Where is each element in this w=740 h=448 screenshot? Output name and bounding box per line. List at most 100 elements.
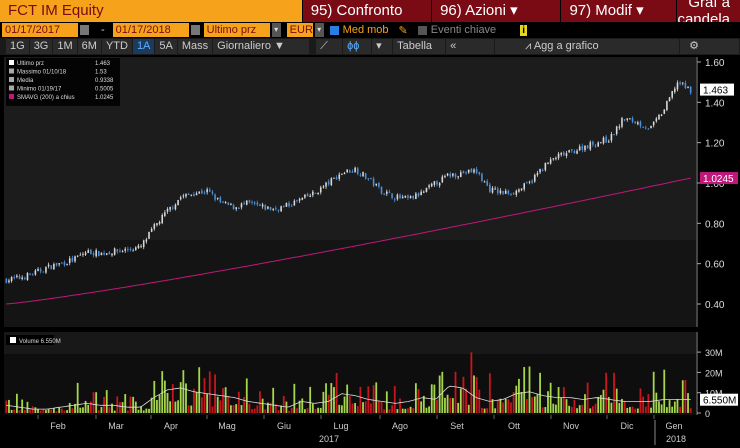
moving-avg-checkbox[interactable] <box>329 25 339 35</box>
volume-bar <box>132 396 135 413</box>
volume-bar <box>578 405 581 413</box>
candle-body <box>105 253 108 255</box>
candle-body <box>39 269 42 272</box>
legend: Ultimo prz 1.463 Massimo 01/10/18 1.53 Media… <box>6 58 120 106</box>
candle-body <box>470 169 473 173</box>
line-chart-icon[interactable]: ⟋ <box>316 39 343 54</box>
volume-bar <box>364 401 367 413</box>
candle-body <box>457 176 459 178</box>
frequency-select[interactable]: Giornaliero ▼ <box>213 39 310 54</box>
add-to-chart-button[interactable]: ⩘ Agg a grafico <box>495 39 680 54</box>
actions-menu[interactable]: 96) Azioni ▾ <box>432 0 562 22</box>
volume-bar <box>417 389 420 413</box>
volume-bar <box>190 405 193 413</box>
candle-body <box>452 173 454 176</box>
calendar-icon[interactable] <box>80 25 89 35</box>
modify-menu[interactable]: 97) Modif ▾ <box>561 0 678 22</box>
period-mass[interactable]: Mass <box>177 39 213 54</box>
period-5a[interactable]: 5A <box>155 39 177 54</box>
title-bar: FCT IM Equity 95) Confronto 96) Azioni ▾… <box>0 0 740 28</box>
start-date-input[interactable]: 01/17/2017 <box>2 23 78 37</box>
info-icon[interactable]: i <box>520 24 527 36</box>
volume-bar <box>552 403 555 413</box>
chevron-down-icon[interactable]: ▾ <box>271 23 281 37</box>
month-label: Mar <box>108 421 124 431</box>
add-chart-icon: ⩘ <box>525 40 534 52</box>
candle-body <box>124 248 127 251</box>
settings-gear-icon[interactable]: ⚙ <box>680 39 739 54</box>
ticker-field[interactable]: FCT IM Equity <box>0 0 303 22</box>
chevron-down-icon[interactable]: ▾ <box>372 39 393 54</box>
candle-body <box>127 248 129 250</box>
volume-bar <box>105 390 108 413</box>
field-select[interactable]: Ultimo prz <box>203 23 270 37</box>
volume-bar <box>26 401 29 413</box>
volume-bar <box>375 382 378 413</box>
period-6m[interactable]: 6M <box>77 39 101 54</box>
legend-value: 1.463 <box>95 61 111 67</box>
candlestick-chart[interactable]: 1.601.401.201.000.800.600.4030M20M10M0Fe… <box>0 55 740 448</box>
chevron-down-icon[interactable]: ▾ <box>314 23 324 37</box>
volume-bar <box>235 404 238 413</box>
volume-bar <box>372 385 375 413</box>
currency-select[interactable]: EUR <box>286 23 313 37</box>
volume-bar <box>457 402 460 413</box>
volume-bar <box>486 408 489 413</box>
candle-body <box>201 190 203 194</box>
volume-bar <box>465 388 467 413</box>
candle-body <box>214 194 216 200</box>
candle-body <box>150 228 153 232</box>
volume-bar <box>483 408 486 413</box>
volume-bar <box>356 406 359 413</box>
candle-body <box>671 90 673 98</box>
candle-body <box>428 185 430 188</box>
volume-bar <box>631 406 634 413</box>
volume-bar <box>544 407 547 413</box>
volume-bar <box>422 395 425 413</box>
candle-body <box>404 195 407 198</box>
candle-body <box>520 188 523 191</box>
calendar-icon[interactable] <box>190 25 200 35</box>
candle-body <box>238 207 240 209</box>
volume-bar <box>317 407 320 413</box>
volume-bar <box>71 408 74 413</box>
candle-body <box>61 262 63 264</box>
volume-bar <box>66 410 68 413</box>
candle-body <box>134 247 137 250</box>
period-1m[interactable]: 1M <box>53 39 77 54</box>
candle-body <box>87 250 90 253</box>
compare-button[interactable]: 95) Confronto <box>303 0 433 22</box>
candle-body <box>499 190 502 194</box>
legend-value: 0.5005 <box>95 87 114 93</box>
candle-body <box>301 197 304 200</box>
collapse-button[interactable]: « <box>446 39 495 54</box>
candle-body <box>642 126 644 128</box>
volume-bar <box>253 408 256 413</box>
end-date-input[interactable]: 01/17/2018 <box>112 23 189 37</box>
period-3g[interactable]: 3G <box>29 39 53 54</box>
volume-bar <box>404 408 407 413</box>
candle-body <box>341 173 343 175</box>
volume-bar <box>264 409 267 413</box>
period-ytd[interactable]: YTD <box>101 39 132 54</box>
volume-bar <box>214 374 216 413</box>
volume-bar <box>676 399 679 413</box>
volume-bar <box>179 382 182 413</box>
period-1a[interactable]: 1A <box>132 39 155 54</box>
candle-body <box>528 181 531 183</box>
volume-bar <box>208 371 211 413</box>
pencil-icon[interactable]: ✎ <box>399 24 408 37</box>
candle-body <box>592 141 594 145</box>
volume-bar <box>240 405 243 413</box>
candle-body <box>441 176 444 183</box>
period-1g[interactable]: 1G <box>6 39 29 54</box>
volume-bar <box>10 409 13 413</box>
legend-swatch <box>9 85 14 91</box>
candle-body <box>211 191 214 194</box>
candle-body <box>182 195 185 197</box>
table-button[interactable]: Tabella <box>393 39 446 54</box>
candle-body <box>615 126 618 135</box>
candle-chart-icon[interactable]: ɸɸ <box>343 39 372 54</box>
key-events-checkbox[interactable] <box>417 25 427 35</box>
volume-bar <box>584 394 586 413</box>
